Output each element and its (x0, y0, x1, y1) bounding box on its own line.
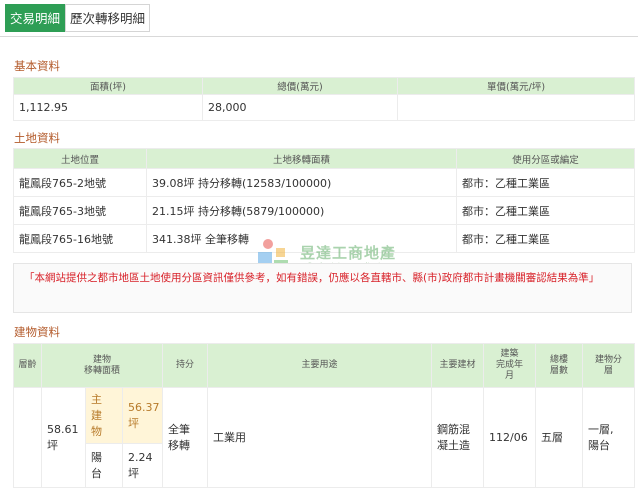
area-value: 1,112.95 (13, 94, 203, 121)
main-building-area: 56.37 坪 (121, 387, 164, 444)
header-total-floors: 總樓 層數 (535, 343, 584, 388)
tab-transfer-history[interactable]: 歷次轉移明細 (65, 4, 151, 32)
land-transfer-area: 39.08坪 持分移轉(12583/100000) (146, 168, 457, 197)
completion-date-value: 112/06 (483, 387, 537, 488)
table-row: 58.61 坪 主 建 物 56.37 坪 全筆 移轉 工業用 鋼筋混 凝土造 … (13, 387, 636, 488)
total-floors-value: 五層 (535, 387, 584, 488)
land-transfer-area: 21.15坪 持分移轉(5879/100000) (146, 196, 457, 225)
land-location: 龍鳳段765-3地號 (13, 196, 147, 225)
header-main-use: 主要用途 (207, 343, 433, 388)
header-land-location: 土地位置 (13, 148, 147, 169)
balcony-area: 2.24 坪 (121, 443, 164, 488)
header-completion-date: 建築 完成年 月 (483, 343, 537, 388)
land-location: 龍鳳段765-16地號 (13, 224, 147, 253)
header-building-floors: 建物分 層 (582, 343, 636, 388)
header-floor-age: 層齡 (13, 343, 42, 388)
section-title-basic: 基本資料 (14, 59, 60, 73)
land-zoning: 都市：乙種工業區 (456, 196, 635, 225)
section-title-land: 土地資料 (14, 131, 60, 145)
unit-price-value (397, 94, 635, 121)
building-info-table: 層齡 建物 移轉面積 持分 主要用途 主要建材 建築 完成年 月 總樓 層數 建… (13, 343, 636, 488)
basic-info-table: 面積(坪) 總價(萬元) 單價(萬元/坪) 1,112.95 28,000 (13, 77, 635, 121)
table-row: 龍鳳段765-3地號 21.15坪 持分移轉(5879/100000) 都市：乙… (13, 196, 635, 225)
main-use-value: 工業用 (207, 387, 433, 488)
header-share: 持分 (162, 343, 209, 388)
table-row: 龍鳳段765-2地號 39.08坪 持分移轉(12583/100000) 都市：… (13, 168, 635, 197)
header-main-material: 主要建材 (431, 343, 485, 388)
floor-age-value (13, 387, 42, 488)
land-zoning: 都市：乙種工業區 (456, 224, 635, 253)
building-area-total: 58.61 坪 (41, 387, 86, 488)
table-row: 1,112.95 28,000 (13, 94, 635, 121)
tab-transaction-details[interactable]: 交易明細 (5, 4, 66, 32)
main-material-value: 鋼筋混 凝土造 (431, 387, 485, 488)
building-floors-value: 一層, 陽台 (582, 387, 636, 488)
balcony-label: 陽 台 (85, 443, 123, 488)
table-row: 龍鳳段765-16地號 341.38坪 全筆移轉 都市：乙種工業區 (13, 224, 635, 253)
header-unit-price: 單價(萬元/坪) (397, 77, 635, 95)
header-area: 面積(坪) (13, 77, 203, 95)
main-building-label: 主 建 物 (85, 387, 123, 444)
total-price-value: 28,000 (202, 94, 398, 121)
section-title-building: 建物資料 (14, 325, 60, 339)
header-land-transfer-area: 土地移轉面積 (146, 148, 457, 169)
zoning-disclaimer: 「本網站提供之都市地區土地使用分區資訊僅供參考，如有錯誤，仍應以各直轄市、縣(市… (13, 263, 632, 313)
land-transfer-area: 341.38坪 全筆移轉 (146, 224, 457, 253)
header-total-price: 總價(萬元) (202, 77, 398, 95)
land-location: 龍鳳段765-2地號 (13, 168, 147, 197)
land-info-table: 土地位置 土地移轉面積 使用分區或編定 龍鳳段765-2地號 39.08坪 持分… (13, 148, 635, 253)
land-zoning: 都市：乙種工業區 (456, 168, 635, 197)
share-value: 全筆 移轉 (162, 387, 209, 488)
header-zoning: 使用分區或編定 (456, 148, 635, 169)
tab-divider (0, 36, 638, 37)
tab-bar: 交易明細 歷次轉移明細 (5, 4, 151, 32)
header-building-transfer-area: 建物 移轉面積 (40, 343, 164, 388)
